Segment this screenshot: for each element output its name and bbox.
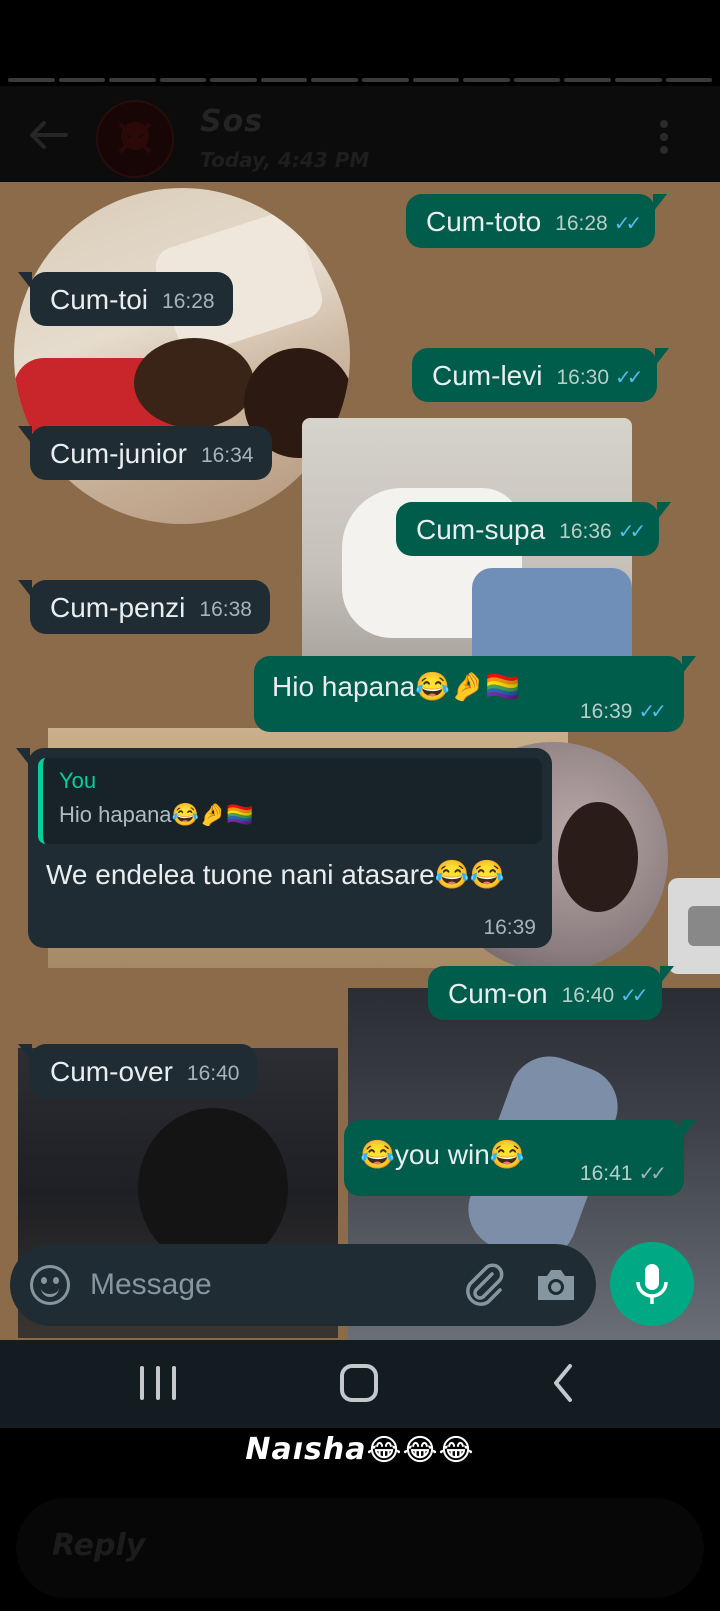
paperclip-icon[interactable]	[462, 1262, 508, 1308]
message-time: 16:38	[199, 598, 252, 621]
read-receipt-icon: ✓✓	[638, 701, 666, 723]
message-time: 16:30	[556, 366, 610, 389]
side-panel-handle[interactable]	[668, 878, 720, 974]
read-receipt-icon: ✓✓	[620, 985, 648, 1007]
message-bubble-incoming[interactable]: Cum-junior 16:34	[18, 426, 272, 480]
message-time: 16:28	[555, 212, 608, 235]
message-time: 16:41	[579, 1162, 633, 1185]
message-time: 16:39	[483, 916, 536, 939]
chat-header: Sos Today, 4:43 PM	[0, 86, 720, 182]
message-bubble-outgoing[interactable]: Cum-on 16:40 ✓✓	[428, 966, 674, 1020]
last-seen-status: Today, 4:43 PM	[200, 148, 370, 172]
caption-emoji: 😂😂😂	[366, 1433, 475, 1468]
message-bubble-outgoing[interactable]: 😂you win😂 16:41 ✓✓	[344, 1120, 696, 1196]
message-text: 😂you win😂	[360, 1139, 525, 1170]
mic-button[interactable]	[610, 1242, 694, 1326]
message-text: Cum-levi	[432, 360, 543, 391]
message-bubble-outgoing[interactable]: Cum-supa 16:36 ✓✓	[396, 502, 672, 556]
message-text: We endelea tuone nani atasare😂😂	[46, 859, 505, 890]
message-composer	[10, 1244, 596, 1326]
message-bubble-outgoing[interactable]: Cum-levi 16:30 ✓✓	[412, 348, 669, 402]
delivered-receipt-icon: ✓✓	[638, 1163, 666, 1185]
message-input[interactable]	[90, 1260, 430, 1310]
emoji-icon[interactable]	[30, 1265, 70, 1305]
home-icon[interactable]	[340, 1364, 378, 1402]
avatar[interactable]	[96, 100, 174, 178]
caption-text: Naısha	[245, 1432, 367, 1467]
quote-text: Hio hapana😂🤌🏳️‍🌈	[59, 802, 254, 827]
message-time: 16:28	[162, 290, 215, 313]
contact-name[interactable]: Sos	[200, 104, 263, 139]
recents-icon[interactable]	[140, 1366, 176, 1402]
story-progress-bar	[8, 78, 713, 82]
message-bubble-outgoing[interactable]: Cum-toto 16:28 ✓✓	[406, 194, 668, 248]
message-text: Cum-penzi	[50, 592, 186, 623]
system-navigation-bar	[0, 1340, 720, 1428]
message-bubble-incoming[interactable]: Cum-toi 16:28	[18, 272, 233, 326]
reply-label: Reply	[52, 1528, 146, 1563]
message-bubble-outgoing[interactable]: Hio hapana😂🤌🏳️‍🌈 16:39 ✓✓	[254, 656, 696, 732]
mic-icon	[636, 1264, 668, 1304]
message-text: Cum-on	[448, 978, 548, 1009]
message-time: 16:34	[200, 444, 254, 467]
arrow-left-icon[interactable]	[28, 120, 68, 150]
story-reply-field[interactable]: Reply	[16, 1498, 704, 1598]
story-caption: Naısha😂😂😂	[0, 1432, 720, 1468]
message-text: Cum-over	[50, 1056, 173, 1087]
message-bubble-incoming[interactable]: Cum-over 16:40	[17, 1044, 258, 1098]
chat-area[interactable]: Cum-toto 16:28 ✓✓ Cum-toi 16:28 Cum-levi …	[0, 182, 720, 1340]
message-text: Cum-toto	[426, 206, 542, 237]
quoted-message[interactable]: You Hio hapana😂🤌🏳️‍🌈	[38, 758, 542, 844]
message-time: 16:39	[579, 700, 633, 723]
message-time: 16:40	[186, 1062, 240, 1085]
message-text: Cum-supa	[416, 514, 546, 545]
message-time: 16:40	[561, 984, 615, 1007]
message-time: 16:36	[559, 520, 612, 543]
quote-author: You	[59, 768, 97, 793]
read-receipt-icon: ✓✓	[615, 367, 643, 389]
message-text: Cum-junior	[50, 438, 187, 469]
read-receipt-icon: ✓✓	[613, 213, 642, 235]
message-bubble-incoming[interactable]: Cum-penzi 16:38	[18, 580, 270, 634]
more-vertical-icon[interactable]	[660, 120, 670, 154]
back-chevron-icon[interactable]	[548, 1362, 578, 1404]
story-screen: Sos Today, 4:43 PM Cum-toto 16:28 ✓✓ Cum-…	[0, 0, 720, 1611]
read-receipt-icon: ✓✓	[617, 521, 646, 543]
message-bubble-reply[interactable]: You Hio hapana😂🤌🏳️‍🌈 We endelea tuone na…	[16, 748, 552, 948]
message-text: Cum-toi	[50, 284, 149, 315]
avatar-skull-icon	[118, 122, 152, 154]
message-text: Hio hapana😂🤌🏳️‍🌈	[272, 671, 520, 702]
camera-icon[interactable]	[534, 1264, 578, 1304]
